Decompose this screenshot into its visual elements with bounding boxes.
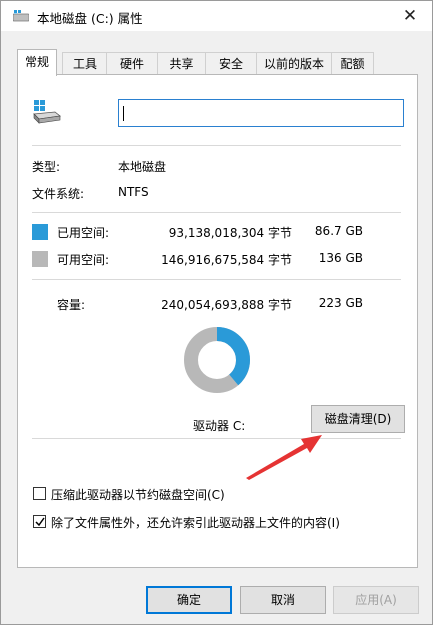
filesystem-label: 文件系统: (32, 187, 85, 201)
type-value: 本地磁盘 (118, 160, 167, 174)
title-bar: 本地磁盘 (C:) 属性 ✕ (1, 1, 432, 31)
close-button[interactable]: ✕ (396, 4, 424, 28)
separator (32, 145, 401, 146)
cancel-button[interactable]: 取消 (240, 586, 326, 614)
capacity-bytes: 240,054,693,888 字节 (161, 298, 292, 312)
ok-button[interactable]: 确定 (146, 586, 232, 614)
drive-icon (33, 100, 61, 124)
apply-button: 应用(A) (333, 586, 419, 614)
used-space-swatch (32, 224, 48, 240)
filesystem-value: NTFS (118, 185, 149, 199)
separator (32, 438, 401, 439)
tab-hardware[interactable]: 硬件 (106, 52, 158, 75)
compress-drive-checkbox[interactable] (33, 487, 46, 500)
free-space-swatch (32, 251, 48, 267)
disk-cleanup-button[interactable]: 磁盘清理(D) (311, 405, 405, 433)
text-caret (123, 106, 124, 121)
index-contents-checkbox[interactable] (33, 515, 46, 528)
drive-icon (13, 10, 29, 22)
index-contents-label[interactable]: 除了文件属性外，还允许索引此驱动器上文件的内容(I) (51, 514, 340, 531)
capacity-size: 223 GB (318, 296, 363, 310)
tab-sharing[interactable]: 共享 (157, 52, 206, 75)
tab-security[interactable]: 安全 (205, 52, 257, 75)
free-space-bytes: 146,916,675,584 字节 (161, 253, 292, 267)
usage-donut-chart (184, 327, 250, 393)
tab-previous-versions[interactable]: 以前的版本 (256, 52, 332, 75)
window-title: 本地磁盘 (C:) 属性 (37, 11, 143, 26)
red-arrow-annotation (246, 435, 322, 480)
separator (32, 279, 401, 280)
tab-general[interactable]: 常规 (17, 49, 57, 76)
tab-quota[interactable]: 配额 (331, 52, 374, 75)
drive-label: 驱动器 C: (193, 419, 246, 433)
compress-drive-label[interactable]: 压缩此驱动器以节约磁盘空间(C) (51, 486, 225, 503)
used-space-size: 86.7 GB (314, 224, 363, 238)
drive-name-input[interactable] (118, 99, 404, 127)
check-mark-icon (35, 517, 45, 527)
free-space-label: 可用空间: (57, 253, 110, 267)
type-label: 类型: (32, 160, 61, 174)
used-space-label: 已用空间: (57, 226, 110, 240)
free-space-size: 136 GB (318, 251, 363, 265)
capacity-label: 容量: (57, 298, 86, 312)
separator (32, 212, 401, 213)
used-space-bytes: 93,138,018,304 字节 (168, 226, 292, 240)
tab-tools[interactable]: 工具 (62, 52, 108, 75)
